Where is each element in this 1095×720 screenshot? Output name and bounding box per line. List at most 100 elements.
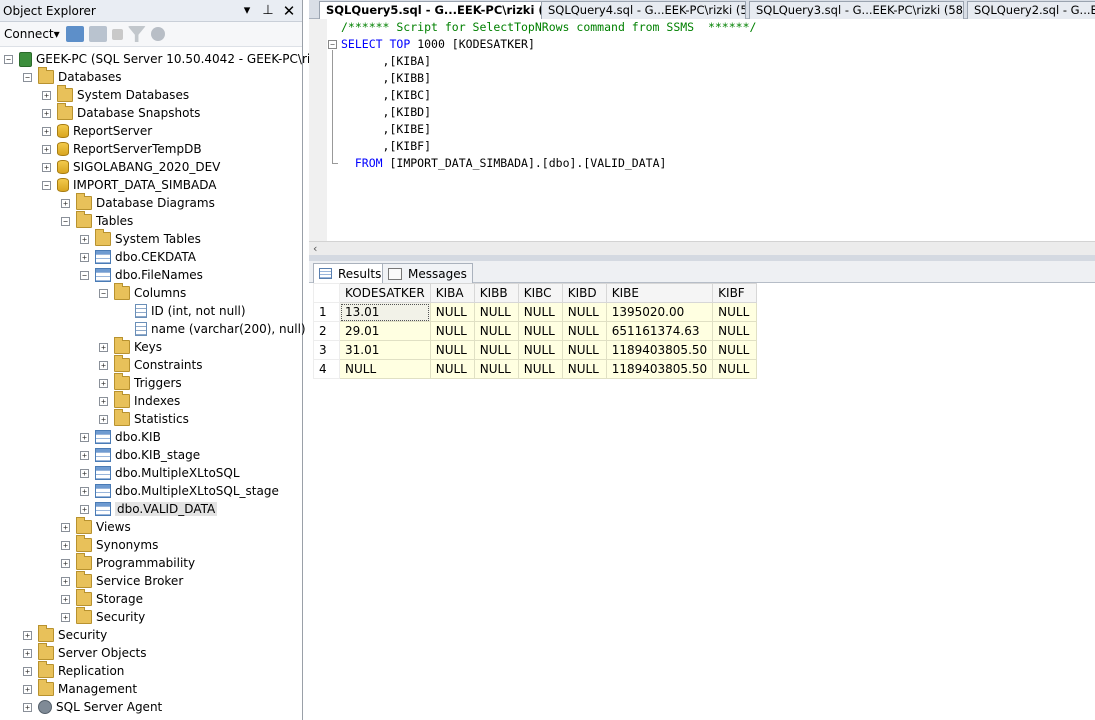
collapse-icon[interactable]: − [328, 40, 337, 49]
query-tab[interactable]: SQLQuery2.sql - G...EEK-PC\rizki (57)) [967, 1, 1095, 19]
grid-cell[interactable]: NULL [429, 359, 475, 379]
tree-node[interactable]: + dbo.MultipleXLtoSQL_stage [80, 482, 279, 500]
grid-cell[interactable]: 651161374.63 [605, 321, 714, 341]
collapse-icon[interactable]: − [4, 54, 13, 64]
expand-icon[interactable]: + [80, 432, 89, 442]
collapse-icon[interactable]: − [61, 216, 70, 226]
tree-node[interactable]: − Columns [99, 283, 186, 302]
grid-cell[interactable]: NULL [712, 359, 758, 379]
grid-cell[interactable]: 1395020.00 [605, 302, 714, 322]
tree-node[interactable]: + Replication [23, 661, 124, 680]
grid-cell[interactable]: 13.01 [339, 302, 431, 322]
table-row[interactable]: 1 13.01 NULL NULL NULL NULL 1395020.00 NULL [313, 302, 758, 322]
tree-node[interactable]: + Indexes [99, 391, 180, 410]
tree-node[interactable]: + Statistics [99, 409, 189, 428]
editor-horizontal-scrollbar[interactable]: ‹ [309, 241, 1095, 255]
grid-cell[interactable]: NULL [561, 340, 607, 360]
collapse-icon[interactable]: − [99, 288, 108, 298]
connect-object-explorer-icon[interactable] [65, 26, 84, 42]
grid-cell[interactable]: 29.01 [339, 321, 431, 341]
column-header[interactable]: KIBC [517, 283, 563, 303]
grid-cell[interactable]: NULL [339, 359, 431, 379]
tree-node[interactable]: − dbo.FileNames [80, 266, 203, 284]
expand-icon[interactable]: + [42, 126, 51, 136]
expand-icon[interactable]: + [61, 558, 70, 568]
expand-icon[interactable]: + [80, 486, 89, 496]
filter-icon[interactable] [127, 26, 146, 42]
tree-node[interactable]: + Database Diagrams [61, 193, 215, 212]
expand-icon[interactable]: + [80, 234, 89, 244]
grid-cell[interactable]: 1189403805.50 [605, 340, 714, 360]
grid-cell[interactable]: NULL [561, 359, 607, 379]
grid-cell[interactable]: 1189403805.50 [605, 359, 714, 379]
column-header[interactable]: KODESATKER [339, 283, 431, 303]
tree-node[interactable]: − IMPORT_DATA_SIMBADA [42, 176, 216, 194]
expand-icon[interactable]: + [42, 108, 51, 118]
expand-icon[interactable]: + [61, 522, 70, 532]
grid-cell[interactable]: NULL [473, 359, 519, 379]
expand-icon[interactable]: + [61, 198, 70, 208]
tree-node[interactable]: − Tables [61, 211, 133, 230]
tree-node[interactable]: + Server Objects [23, 643, 147, 662]
close-icon[interactable]: ✕ [281, 2, 297, 20]
collapse-icon[interactable]: − [42, 180, 51, 190]
tree-node[interactable]: ID (int, not null) [120, 302, 246, 320]
query-tab[interactable]: SQLQuery5.sql - G...EEK-PC\rizki (60)) [319, 1, 545, 20]
grid-cell[interactable]: NULL [712, 302, 758, 322]
tree-node[interactable]: + Security [61, 607, 145, 626]
expand-icon[interactable]: + [61, 612, 70, 622]
column-header[interactable]: KIBD [561, 283, 607, 303]
tree-node[interactable]: + Triggers [99, 373, 182, 392]
row-number[interactable]: 1 [313, 302, 340, 322]
tree-node[interactable]: + Database Snapshots [42, 103, 200, 122]
expand-icon[interactable]: + [99, 360, 108, 370]
grid-cell[interactable]: NULL [473, 302, 519, 322]
column-header[interactable]: KIBB [473, 283, 519, 303]
table-row[interactable]: 4 NULL NULL NULL NULL NULL 1189403805.50 NULL [313, 359, 758, 379]
expand-icon[interactable]: + [99, 396, 108, 406]
column-header[interactable]: KIBE [605, 283, 714, 303]
grid-cell[interactable]: NULL [561, 302, 607, 322]
results-grid[interactable]: KODESATKER KIBA KIBB KIBC KIBD KIBE KIBF 1 13.0… [313, 283, 758, 379]
tree-node[interactable]: − GEEK-PC (SQL Server 10.50.4042 - GEEK-P… [4, 50, 332, 68]
tab-messages[interactable]: Messages [382, 263, 473, 283]
grid-cell[interactable]: NULL [712, 321, 758, 341]
tree-node[interactable]: + ReportServerTempDB [42, 140, 202, 158]
expand-icon[interactable]: + [23, 702, 32, 712]
expand-icon[interactable]: + [80, 252, 89, 262]
row-number[interactable]: 3 [313, 340, 340, 360]
tree-node[interactable]: − Databases [23, 67, 122, 86]
tree-node[interactable]: + System Tables [80, 229, 201, 248]
query-tab[interactable]: SQLQuery3.sql - G...EEK-PC\rizki (58)) [749, 1, 964, 19]
expand-icon[interactable]: + [23, 666, 32, 676]
query-tab[interactable]: SQLQuery4.sql - G...EEK-PC\rizki (59)) [541, 1, 746, 19]
grid-cell[interactable]: NULL [429, 340, 475, 360]
grid-cell[interactable]: NULL [712, 340, 758, 360]
grid-cell[interactable]: NULL [517, 302, 563, 322]
expand-icon[interactable]: + [80, 450, 89, 460]
tree-node[interactable]: + dbo.CEKDATA [80, 248, 196, 266]
expand-icon[interactable]: + [61, 594, 70, 604]
tree-node[interactable]: + Synonyms [61, 535, 158, 554]
tree-node[interactable]: + Storage [61, 589, 143, 608]
dropdown-arrow-icon[interactable]: ▾ [239, 3, 255, 19]
refresh-icon[interactable] [150, 27, 165, 41]
collapse-icon[interactable]: − [23, 72, 32, 82]
tree-node[interactable]: + Keys [99, 337, 162, 356]
tree-node[interactable]: + SIGOLABANG_2020_DEV [42, 158, 220, 176]
tree-node[interactable]: + Constraints [99, 355, 202, 374]
tree-node[interactable]: + Security [23, 625, 107, 644]
tree-node[interactable]: + dbo.VALID_DATA [80, 500, 218, 518]
expand-icon[interactable]: + [61, 540, 70, 550]
expand-icon[interactable]: + [80, 504, 89, 514]
grid-cell[interactable]: NULL [561, 321, 607, 341]
grid-cell[interactable]: NULL [517, 340, 563, 360]
tree-node[interactable]: + SQL Server Agent [23, 698, 162, 716]
expand-icon[interactable]: + [99, 414, 108, 424]
grid-cell[interactable]: 31.01 [339, 340, 431, 360]
tree-node[interactable]: name (varchar(200), null) [120, 320, 306, 338]
expand-icon[interactable]: + [23, 648, 32, 658]
expand-icon[interactable]: + [42, 144, 51, 154]
tree-node[interactable]: + ReportServer [42, 122, 152, 140]
expand-icon[interactable]: + [61, 576, 70, 586]
